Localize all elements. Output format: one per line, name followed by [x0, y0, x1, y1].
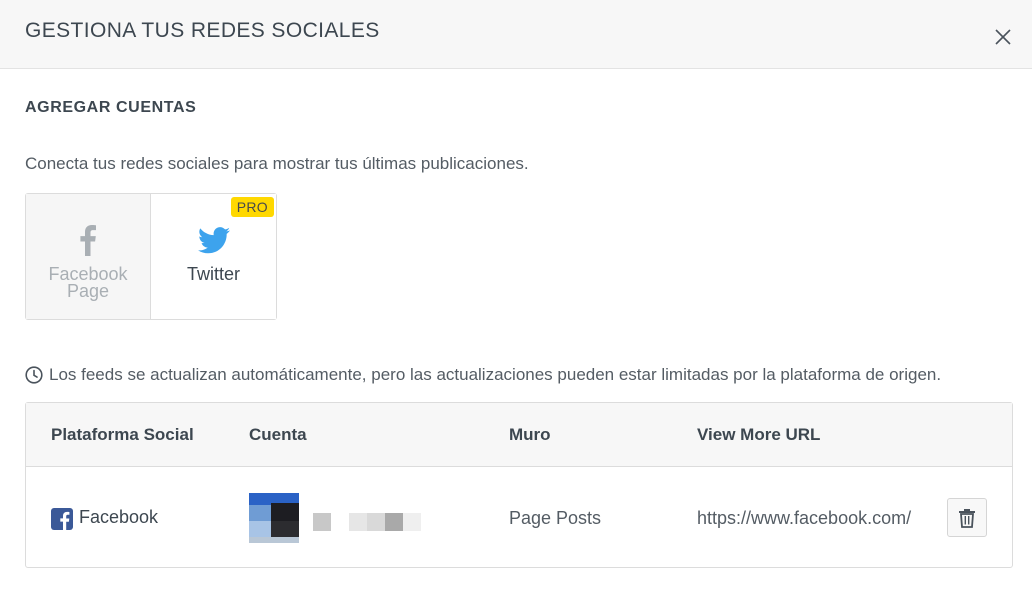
auto-update-notice: Los feeds se actualizan automáticamente,…: [25, 365, 941, 385]
delete-account-button[interactable]: [947, 498, 987, 537]
section-description: Conecta tus redes sociales para mostrar …: [25, 154, 529, 173]
pro-badge: PRO: [230, 197, 274, 217]
provider-label: Facebook Page: [48, 265, 127, 301]
platform-cell: Facebook: [51, 504, 158, 530]
table-header: Plataforma Social Cuenta Muro View More …: [26, 403, 1012, 467]
account-avatar: [249, 493, 299, 543]
notice-text: Los feeds se actualizan automáticamente,…: [49, 365, 942, 384]
provider-label: Twitter: [186, 264, 240, 284]
clock-icon: [25, 366, 43, 384]
section-title: AGREGAR CUENTAS: [25, 99, 197, 116]
provider-list: Facebook Page PRO Twitter: [25, 193, 277, 320]
modal-title: GESTIONA TUS REDES SOCIALES: [25, 19, 380, 42]
close-button[interactable]: [990, 24, 1016, 50]
table-row: Facebook Page Posts https://www.facebook…: [26, 468, 1012, 568]
account-name-redacted: [313, 513, 421, 531]
header-platform: Plataforma Social: [51, 425, 194, 444]
header-account: Cuenta: [249, 425, 307, 444]
header-view-more-url: View More URL: [697, 425, 821, 444]
twitter-icon: [197, 224, 230, 256]
provider-label-line2: Page: [66, 281, 110, 301]
trash-icon: [959, 508, 975, 528]
url-cell: https://www.facebook.com/: [697, 508, 912, 528]
close-icon: [995, 29, 1011, 45]
platform-name: Facebook: [79, 506, 159, 527]
facebook-icon: [79, 224, 97, 256]
twitter-provider-button[interactable]: PRO Twitter: [151, 194, 276, 319]
header-wall: Muro: [509, 425, 551, 444]
facebook-page-provider-button[interactable]: Facebook Page: [26, 194, 151, 319]
wall-cell: Page Posts: [509, 508, 602, 528]
modal-header: GESTIONA TUS REDES SOCIALES: [0, 0, 1032, 69]
accounts-table: Plataforma Social Cuenta Muro View More …: [25, 402, 1013, 568]
facebook-square-icon: [51, 508, 73, 530]
